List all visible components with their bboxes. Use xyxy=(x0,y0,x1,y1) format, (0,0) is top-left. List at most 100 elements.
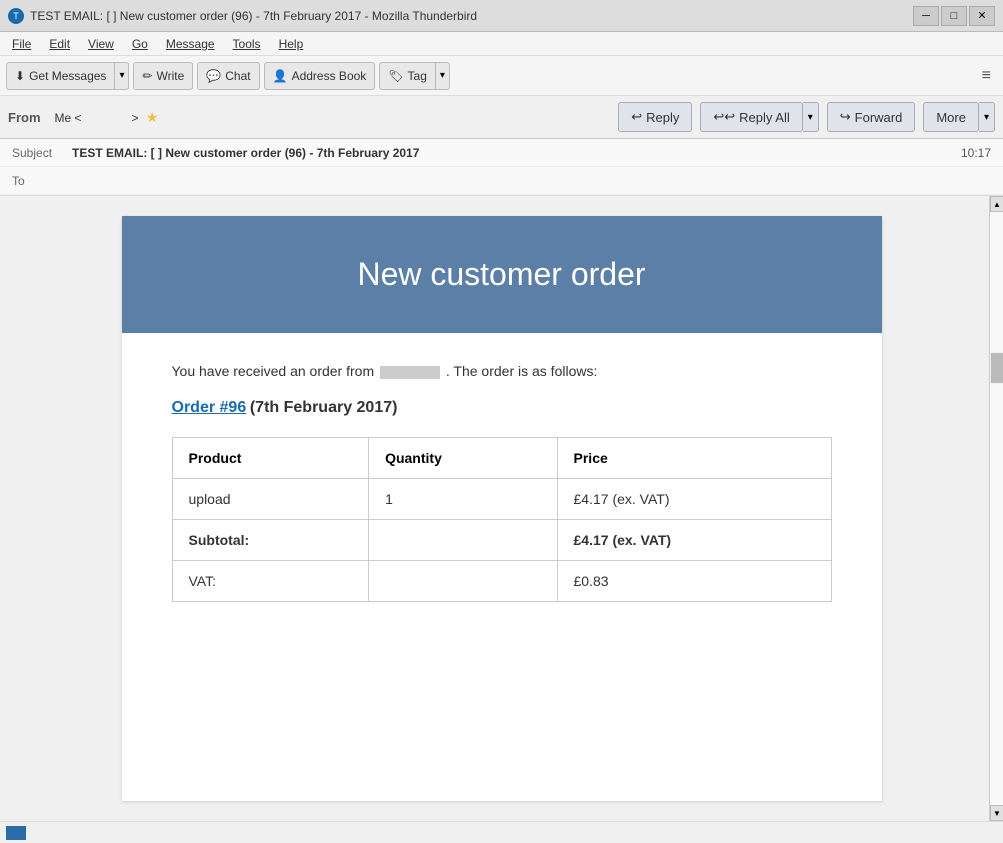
intro-suffix: . The order is as follows: xyxy=(446,363,597,379)
price-cell: £4.17 (ex. VAT) xyxy=(557,479,831,520)
get-messages-button[interactable]: ⬇ Get Messages xyxy=(6,62,115,90)
write-icon: ✏ xyxy=(142,69,152,83)
email-banner: New customer order xyxy=(122,216,882,333)
minimize-button[interactable]: ─ xyxy=(913,6,939,26)
more-button[interactable]: More xyxy=(923,102,979,132)
order-link[interactable]: Order #96 xyxy=(172,399,247,416)
chat-icon: 💬 xyxy=(206,69,221,83)
subtotal-label: Subtotal: xyxy=(172,520,369,561)
chat-label: Chat xyxy=(225,69,250,83)
menu-message[interactable]: Message xyxy=(158,35,223,53)
get-messages-group: ⬇ Get Messages ▾ xyxy=(6,62,129,90)
hamburger-button[interactable]: ≡ xyxy=(976,63,997,89)
reply-all-button[interactable]: ↩↩ Reply All xyxy=(700,102,802,132)
vat-qty xyxy=(369,561,557,602)
window-title: TEST EMAIL: [ ] New customer order (96) … xyxy=(30,9,477,23)
more-label: More xyxy=(936,110,966,125)
subtotal-value: £4.17 (ex. VAT) xyxy=(557,520,831,561)
order-intro: You have received an order from . The or… xyxy=(172,363,832,379)
get-messages-label: Get Messages xyxy=(29,69,106,83)
more-arrow[interactable]: ▾ xyxy=(979,102,995,132)
scroll-up-arrow[interactable]: ▲ xyxy=(990,196,1003,212)
status-icon xyxy=(6,826,26,840)
forward-group: ↪ Forward xyxy=(827,102,916,132)
tag-icon: 🏷 xyxy=(388,69,403,83)
statusbar xyxy=(0,821,1003,843)
reply-button[interactable]: ↩ Reply xyxy=(618,102,692,132)
email-content-inner: You have received an order from . The or… xyxy=(122,333,882,632)
main-layout: From Me < > ★ ↩ Reply ↩↩ Reply All ▾ ↪ F… xyxy=(0,96,1003,821)
tag-button[interactable]: 🏷 Tag xyxy=(379,62,436,90)
email-content-area: New customer order You have received an … xyxy=(0,196,1003,821)
get-messages-arrow[interactable]: ▾ xyxy=(115,62,129,90)
email-header: Subject TEST EMAIL: [ ] New customer ord… xyxy=(0,139,1003,196)
subtotal-row: Subtotal: £4.17 (ex. VAT) xyxy=(172,520,831,561)
reply-all-group: ↩↩ Reply All ▾ xyxy=(700,102,818,132)
scroll-down-arrow[interactable]: ▼ xyxy=(990,805,1003,821)
reply-group: ↩ Reply xyxy=(618,102,692,132)
write-label: Write xyxy=(157,69,185,83)
subtotal-qty xyxy=(369,520,557,561)
more-group: More ▾ xyxy=(923,102,995,132)
tag-arrow[interactable]: ▾ xyxy=(436,62,450,90)
to-label: To xyxy=(12,174,72,188)
order-title-row: Order #96 (7th February 2017) xyxy=(172,399,832,417)
col-product: Product xyxy=(172,438,369,479)
forward-icon: ↪ xyxy=(840,109,851,125)
from-label: From xyxy=(8,110,41,125)
maximize-button[interactable]: □ xyxy=(941,6,967,26)
menu-go[interactable]: Go xyxy=(124,35,156,53)
scrollbar[interactable]: ▲ ▼ xyxy=(989,196,1003,821)
reply-icon: ↩ xyxy=(631,109,642,125)
scrollbar-thumb[interactable] xyxy=(991,353,1003,383)
address-book-icon: 👤 xyxy=(273,69,288,83)
subject-value: TEST EMAIL: [ ] New customer order (96) … xyxy=(72,146,961,160)
col-quantity: Quantity xyxy=(369,438,557,479)
star-icon[interactable]: ★ xyxy=(146,109,159,125)
forward-button[interactable]: ↪ Forward xyxy=(827,102,916,132)
write-button[interactable]: ✏ Write xyxy=(133,62,193,90)
banner-title: New customer order xyxy=(357,256,645,293)
app-icon: T xyxy=(8,8,24,24)
tag-group: 🏷 Tag ▾ xyxy=(379,62,450,90)
intro-text: You have received an order from xyxy=(172,363,375,379)
reply-all-label: Reply All xyxy=(739,110,790,125)
vat-row: VAT: £0.83 xyxy=(172,561,831,602)
menu-file[interactable]: File xyxy=(4,35,39,53)
product-cell: upload xyxy=(172,479,369,520)
address-book-button[interactable]: 👤 Address Book xyxy=(264,62,376,90)
window-controls: ─ □ ✕ xyxy=(913,6,995,26)
to-row: To xyxy=(0,167,1003,195)
menu-view[interactable]: View xyxy=(80,35,122,53)
subject-row: Subject TEST EMAIL: [ ] New customer ord… xyxy=(0,139,1003,167)
vat-value: £0.83 xyxy=(557,561,831,602)
reply-label: Reply xyxy=(646,110,679,125)
from-value: Me < > ★ xyxy=(55,109,615,126)
subject-label: Subject xyxy=(12,146,72,160)
order-table: Product Quantity Price upload 1 £4.17 (e… xyxy=(172,437,832,602)
sender-name-redacted xyxy=(380,366,440,379)
order-date: (7th February 2017) xyxy=(250,399,398,416)
address-book-label: Address Book xyxy=(292,69,367,83)
quantity-cell: 1 xyxy=(369,479,557,520)
download-icon: ⬇ xyxy=(15,69,25,83)
menu-help[interactable]: Help xyxy=(271,35,312,53)
chat-button[interactable]: 💬 Chat xyxy=(197,62,259,90)
col-price: Price xyxy=(557,438,831,479)
titlebar: T TEST EMAIL: [ ] New customer order (96… xyxy=(0,0,1003,32)
forward-label: Forward xyxy=(855,110,903,125)
email-body: New customer order You have received an … xyxy=(122,216,882,801)
reply-all-icon: ↩↩ xyxy=(713,109,735,125)
table-header-row: Product Quantity Price xyxy=(172,438,831,479)
reply-all-arrow[interactable]: ▾ xyxy=(803,102,819,132)
close-button[interactable]: ✕ xyxy=(969,6,995,26)
toolbar: ⬇ Get Messages ▾ ✏ Write 💬 Chat 👤 Addres… xyxy=(0,56,1003,96)
table-row: upload 1 £4.17 (ex. VAT) xyxy=(172,479,831,520)
menubar: File Edit View Go Message Tools Help xyxy=(0,32,1003,56)
menu-tools[interactable]: Tools xyxy=(225,35,269,53)
menu-edit[interactable]: Edit xyxy=(41,35,78,53)
vat-label: VAT: xyxy=(172,561,369,602)
email-time: 10:17 xyxy=(961,146,991,160)
tag-label: Tag xyxy=(408,69,427,83)
action-bar: From Me < > ★ ↩ Reply ↩↩ Reply All ▾ ↪ F… xyxy=(0,96,1003,139)
